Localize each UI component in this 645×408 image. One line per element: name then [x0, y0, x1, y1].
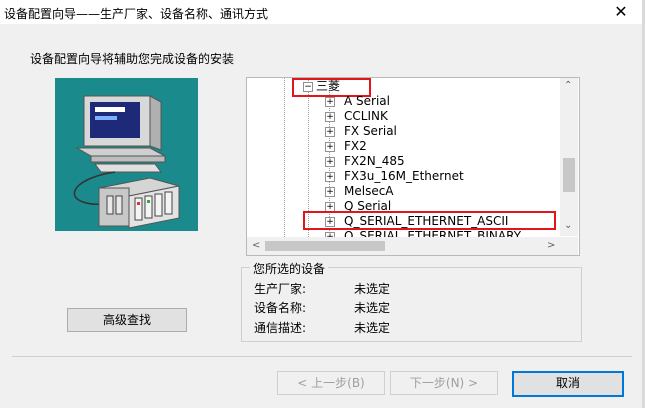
scroll-up-icon[interactable]: ⌃ — [564, 80, 572, 91]
selected-device-group: 您所选的设备 生产厂家: 未选定 设备名称: 未选定 通信描述: 未选定 — [241, 260, 582, 342]
footer-divider — [12, 356, 632, 357]
tree-node-cclink[interactable]: CCLINK — [344, 109, 388, 124]
expand-icon[interactable]: + — [325, 97, 335, 107]
expand-icon[interactable]: + — [325, 127, 335, 137]
horizontal-scroll-thumb[interactable] — [265, 241, 385, 251]
horizontal-scrollbar[interactable]: < > — [247, 237, 578, 255]
tree-node-fx-serial[interactable]: FX Serial — [344, 124, 397, 139]
comm-description-label: 通信描述: — [254, 321, 307, 335]
tree-node-fx3u-ethernet[interactable]: FX3u_16M_Ethernet — [344, 169, 464, 184]
tree-node-melseca[interactable]: MelsecA — [344, 184, 394, 199]
comm-description-value: 未选定 — [354, 321, 391, 335]
vertical-scrollbar[interactable]: ⌃ ⌄ — [560, 78, 578, 236]
device-tree[interactable]: − 三菱 + A Serial + CCLINK + FX Serial + F… — [246, 77, 580, 256]
expand-icon[interactable]: + — [325, 157, 335, 167]
expand-icon[interactable]: + — [325, 112, 335, 122]
group-title: 您所选的设备 — [250, 260, 329, 277]
expand-icon[interactable]: + — [325, 172, 335, 182]
scroll-down-icon[interactable]: ⌄ — [564, 220, 572, 231]
scroll-right-icon[interactable]: > — [547, 240, 555, 251]
next-button[interactable]: 下一步(N) > — [390, 371, 498, 395]
window-title: 设备配置向导——生产厂家、设备名称、通讯方式 — [4, 7, 269, 21]
vertical-scroll-thumb[interactable] — [563, 158, 575, 192]
computer-device-illustration — [73, 95, 180, 229]
scroll-left-icon[interactable]: < — [252, 240, 260, 251]
manufacturer-value: 未选定 — [354, 282, 391, 296]
advanced-search-button[interactable]: 高级查找 — [67, 308, 187, 332]
tree-node-fx2n-485[interactable]: FX2N_485 — [344, 154, 405, 169]
close-icon[interactable]: ✕ — [598, 0, 644, 24]
tree-guide-line — [284, 78, 285, 237]
expand-icon[interactable]: + — [325, 187, 335, 197]
device-name-value: 未选定 — [354, 301, 391, 315]
title-bar: 设备配置向导——生产厂家、设备名称、通讯方式 ✕ — [0, 0, 645, 24]
back-button[interactable]: < 上一步(B) — [277, 371, 385, 395]
tree-node-a-serial[interactable]: A Serial — [344, 94, 390, 109]
expand-icon[interactable]: + — [325, 142, 335, 152]
highlight-q-serial-ethernet-ascii — [303, 211, 556, 230]
wizard-illustration — [55, 78, 198, 231]
manufacturer-label: 生产厂家: — [254, 282, 307, 296]
wizard-intro-text: 设备配置向导将辅助您完成设备的安装 — [30, 52, 235, 66]
cancel-button[interactable]: 取消 — [512, 371, 624, 397]
device-name-label: 设备名称: — [254, 301, 307, 315]
tree-node-fx2[interactable]: FX2 — [344, 139, 367, 154]
